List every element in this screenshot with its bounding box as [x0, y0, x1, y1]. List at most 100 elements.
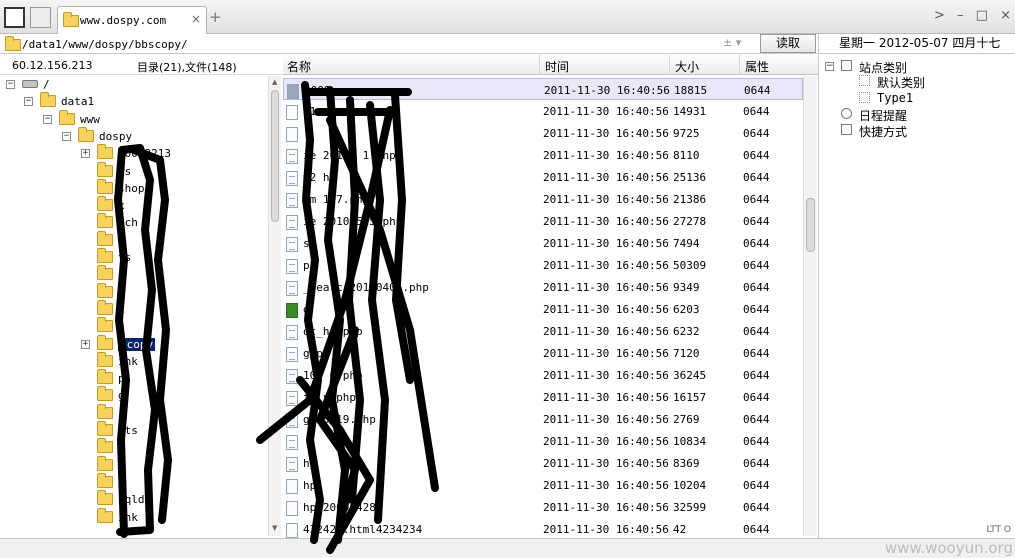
collapse-icon[interactable]: − [825, 62, 834, 71]
file-name: ge 0719.php [303, 413, 376, 426]
site-panel-item[interactable]: 日程提醒 [819, 106, 1014, 123]
tab-bar: www.dospy.com × + > – □ × [0, 0, 1015, 34]
tree-item[interactable]: i [0, 403, 268, 422]
scroll-thumb[interactable] [271, 90, 279, 222]
tree-item[interactable]: − data1 [0, 92, 268, 110]
file-row[interactable]: p 2011-11-30 16:40:56 50309 0644 [283, 254, 803, 276]
tree-item-label: sqldb [118, 493, 152, 507]
scroll-up-icon[interactable]: ▲ [272, 78, 277, 86]
read-button[interactable]: 读取 [760, 34, 816, 53]
file-list-scrollbar[interactable] [803, 76, 817, 536]
scroll-down-icon[interactable]: ▼ [272, 524, 277, 532]
chevron-right-icon[interactable]: > [934, 8, 945, 23]
site-panel-item[interactable]: 默认类别 [819, 73, 1014, 90]
file-time: 2011-11-30 16:40:56 [543, 303, 669, 316]
file-row[interactable]: m2 hp 2011-11-30 16:40:56 25136 0644 [283, 166, 803, 188]
file-row[interactable]: 2011-11-30 16:40:56 9725 0644 [283, 122, 803, 144]
sidebar-toggle-icon[interactable] [4, 7, 25, 28]
collapse-icon[interactable]: − [6, 80, 15, 89]
file-row[interactable]: fo y.php 2011-11-30 16:40:56 16157 0644 [283, 386, 803, 408]
file-row[interactable]: ie 20100 1.php 2011-11-30 16:40:56 8110 064… [283, 144, 803, 166]
file-attr: 0644 [743, 369, 770, 382]
tree-scrollbar[interactable]: ▲ ▼ [268, 76, 281, 536]
tree-item[interactable]: − www [0, 109, 268, 128]
file-row[interactable]: 100 6.php 2011-11-30 16:40:56 36245 0644 [283, 364, 803, 386]
collapse-icon[interactable]: − [62, 131, 71, 141]
tree-item[interactable]: − dospy [0, 126, 268, 145]
site-panel: − 站点类别 默认类别 Type1 日程提醒 快捷方式 [818, 55, 1015, 538]
tree-item[interactable]: sqldb [0, 490, 268, 508]
file-row[interactable]: ot_h .php 2011-11-30 16:40:56 6232 0644 [283, 320, 803, 342]
tree-item[interactable]: x [0, 299, 268, 318]
tree-item[interactable]: ws [0, 161, 268, 180]
minimize-button[interactable]: – [957, 8, 964, 23]
close-tab-icon[interactable]: × [191, 12, 201, 26]
tab-dospy[interactable]: www.dospy.com × [57, 6, 207, 34]
tree-item[interactable]: p [0, 369, 268, 387]
clock-icon [841, 108, 852, 119]
tree-item[interactable]: x [0, 196, 268, 214]
file-row[interactable]: hp 2011-11-30 16:40:56 8369 0644 [283, 452, 803, 474]
file-row[interactable]: g.ph 2011-11-30 16:40:56 7120 0644 [283, 342, 803, 364]
tree-item[interactable]: − / [0, 76, 268, 93]
tree-item[interactable]: g [0, 386, 268, 404]
tree-item-label: d [118, 285, 125, 299]
tree-item[interactable]: d [0, 282, 268, 301]
tree-item[interactable] [0, 472, 268, 491]
file-row[interactable]: hp.20090428 2011-11-30 16:40:56 32599 0644 [283, 496, 803, 518]
tree-item[interactable]: +10012213 [0, 144, 268, 162]
blank-tab-icon[interactable] [30, 7, 51, 28]
tree-item[interactable]: d [0, 230, 268, 249]
col-size[interactable]: 大小 [675, 58, 699, 75]
file-row[interactable]: 432423.html4234234 2011-11-30 16:40:56 42 0… [283, 518, 803, 538]
file-row[interactable]: 2011-11-30 16:40:56 10834 0644 [283, 430, 803, 452]
col-time[interactable]: 时间 [545, 58, 569, 75]
maximize-button[interactable]: □ [976, 8, 988, 23]
file-row[interactable]: em 107.php 2011-11-30 16:40:56 21386 0644 [283, 188, 803, 210]
file-time: 2011-11-30 16:40:56 [543, 259, 669, 272]
path-controls[interactable]: ± ▾ [723, 36, 741, 49]
tree-item[interactable]: s [0, 438, 268, 456]
tree-item[interactable]: ts [0, 248, 268, 266]
tree-item[interactable]: ots [0, 421, 268, 439]
site-panel-item[interactable]: Type1 [819, 90, 1014, 106]
scroll-thumb[interactable] [806, 198, 815, 252]
tree-item[interactable] [0, 455, 268, 474]
gif-file-icon [286, 303, 298, 318]
file-row[interactable]: g 2011-11-30 16:40:56 6203 0644 [283, 298, 803, 320]
tree-item[interactable]: + scopy [0, 334, 268, 353]
file-row[interactable]: s 2011-11-30 16:40:56 7494 0644 [283, 232, 803, 254]
file-attr: 0644 [743, 391, 770, 404]
file-row[interactable]: _searc 20100406.php 2011-11-30 16:40:56 93… [283, 276, 803, 298]
tree-item[interactable]: ink [0, 351, 268, 370]
file-row[interactable]: hp 2011-11-30 16:40:56 10204 0644 [283, 474, 803, 496]
tree-item-label: g [118, 389, 125, 403]
site-panel-item[interactable]: − 站点类别 [819, 58, 1014, 75]
file-time: 2011-11-30 16:40:56 [543, 523, 669, 536]
tree-item[interactable] [0, 265, 268, 283]
expand-icon[interactable]: + [81, 149, 90, 159]
path-input[interactable]: /data1/www/dospy/bbscopy/ [22, 38, 188, 51]
file-icon [286, 193, 298, 208]
file-row[interactable]: ie 20100525.php 2011-11-30 16:40:56 27278 0… [283, 210, 803, 232]
expand-icon[interactable]: + [81, 339, 90, 349]
file-row[interactable]: 2009 2011-11-30 16:40:56 18815 0644 [283, 78, 803, 100]
file-row[interactable]: ge 0719.php 2011-11-30 16:40:56 2769 0644 [283, 408, 803, 430]
file-icon [286, 171, 298, 186]
tree-item[interactable]: ink [0, 507, 268, 526]
site-panel-item[interactable]: 快捷方式 [819, 122, 1014, 139]
col-attr[interactable]: 属性 [745, 58, 769, 75]
status-text: LTT O [986, 525, 1011, 535]
file-row[interactable]: 11 2011-11-30 16:40:56 14931 0644 [283, 100, 803, 122]
file-name: 11 [303, 105, 317, 118]
col-name[interactable]: 名称 [287, 58, 311, 75]
tree-item[interactable]: n [0, 317, 268, 335]
file-attr: 0644 [744, 84, 771, 97]
tree-item[interactable]: sch [0, 213, 268, 231]
collapse-icon[interactable]: − [24, 97, 33, 107]
close-window-button[interactable]: × [1000, 8, 1011, 23]
file-size: 8110 [673, 149, 700, 162]
collapse-icon[interactable]: − [43, 114, 52, 124]
new-tab-button[interactable]: + [209, 8, 222, 26]
tree-item[interactable]: shop [0, 178, 268, 197]
